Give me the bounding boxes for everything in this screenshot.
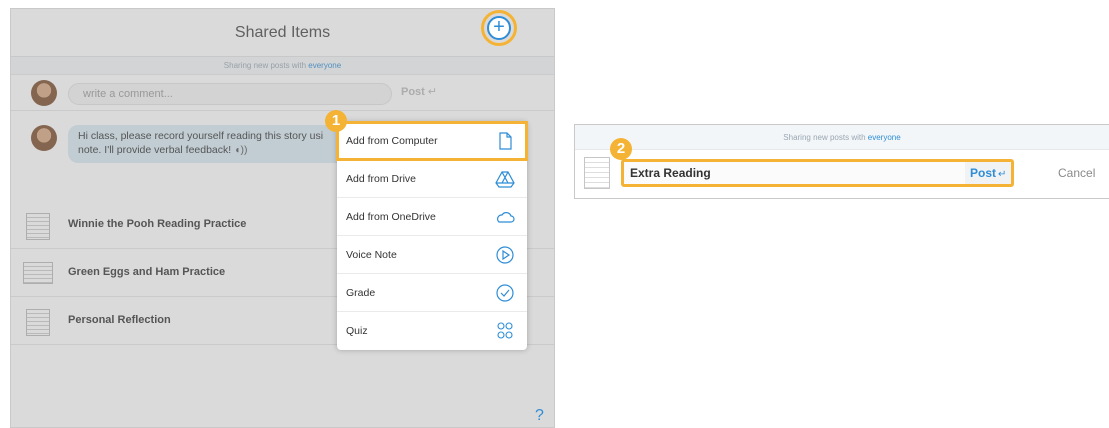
item-title: Winnie the Pooh Reading Practice <box>68 218 247 230</box>
drive-icon <box>495 171 515 188</box>
post-label: Post <box>401 86 425 98</box>
menu-item-add-from-drive[interactable]: Add from Drive <box>337 160 527 198</box>
message-bubble: Hi class, please record yourself reading… <box>68 125 368 163</box>
item-thumbnail <box>26 213 50 240</box>
menu-item-label: Add from OneDrive <box>346 211 436 223</box>
menu-item-voice-note[interactable]: Voice Note <box>337 236 527 274</box>
item-thumbnail <box>26 309 50 336</box>
step-badge-1: 1 <box>325 110 347 132</box>
menu-item-label: Add from Computer <box>346 135 438 147</box>
help-icon[interactable]: ? <box>535 407 544 425</box>
post-button[interactable]: Post ↵ <box>965 162 1011 184</box>
add-button[interactable]: + <box>487 16 511 40</box>
message-line: Hi class, please record yourself reading… <box>78 130 324 142</box>
sharing-audience-link[interactable]: everyone <box>868 133 901 142</box>
voice-note-icon <box>496 246 514 264</box>
menu-item-label: Quiz <box>346 325 368 337</box>
comment-input[interactable]: write a comment... <box>68 83 392 105</box>
avatar <box>31 125 57 151</box>
post-label: Post <box>970 166 997 180</box>
menu-item-label: Grade <box>346 287 376 299</box>
menu-item-quiz[interactable]: Quiz <box>337 312 527 350</box>
sharing-notice: Sharing new posts with everyone <box>575 125 1109 150</box>
menu-item-grade[interactable]: Grade <box>337 274 527 312</box>
quiz-icon <box>497 322 513 339</box>
sharing-prefix: Sharing new posts with <box>223 61 307 70</box>
item-title: Personal Reflection <box>68 314 171 326</box>
new-post-panel: Sharing new posts with everyone Extra Re… <box>574 124 1109 199</box>
sharing-notice: Sharing new posts with everyone <box>11 57 554 75</box>
cancel-button[interactable]: Cancel <box>1058 166 1095 180</box>
sharing-prefix: Sharing new posts with <box>783 133 866 142</box>
title-box-highlight: Extra Reading Post ↵ <box>621 159 1014 187</box>
avatar <box>31 80 57 106</box>
menu-item-label: Voice Note <box>346 249 397 261</box>
return-arrow-icon: ↵ <box>427 86 438 98</box>
add-menu: Add from Computer Add from Drive Add fro… <box>336 121 528 350</box>
cloud-icon <box>497 212 515 223</box>
page-title: Shared Items <box>11 9 554 57</box>
menu-item-add-from-onedrive[interactable]: Add from OneDrive <box>337 198 527 236</box>
check-circle-icon <box>496 284 514 302</box>
comment-row: write a comment... Post ↵ <box>11 75 554 111</box>
return-arrow-icon: ↵ <box>998 169 1007 180</box>
menu-item-add-from-computer[interactable]: Add from Computer <box>336 121 528 161</box>
post-title-input[interactable]: Extra Reading <box>624 162 966 184</box>
step-badge-2: 2 <box>610 138 632 160</box>
document-thumbnail <box>584 157 610 189</box>
item-thumbnail <box>23 262 53 284</box>
post-button[interactable]: Post ↵ <box>401 85 437 98</box>
menu-item-label: Add from Drive <box>346 173 417 185</box>
item-title: Green Eggs and Ham Practice <box>68 266 226 278</box>
document-icon <box>499 132 512 150</box>
title-row: Extra Reading Post ↵ Cancel <box>575 150 1109 198</box>
voice-icon[interactable]: ◖)) <box>234 144 247 156</box>
message-line-2: note. I'll provide verbal feedback! ◖)) <box>78 144 248 156</box>
sharing-audience-link[interactable]: everyone <box>308 61 341 70</box>
